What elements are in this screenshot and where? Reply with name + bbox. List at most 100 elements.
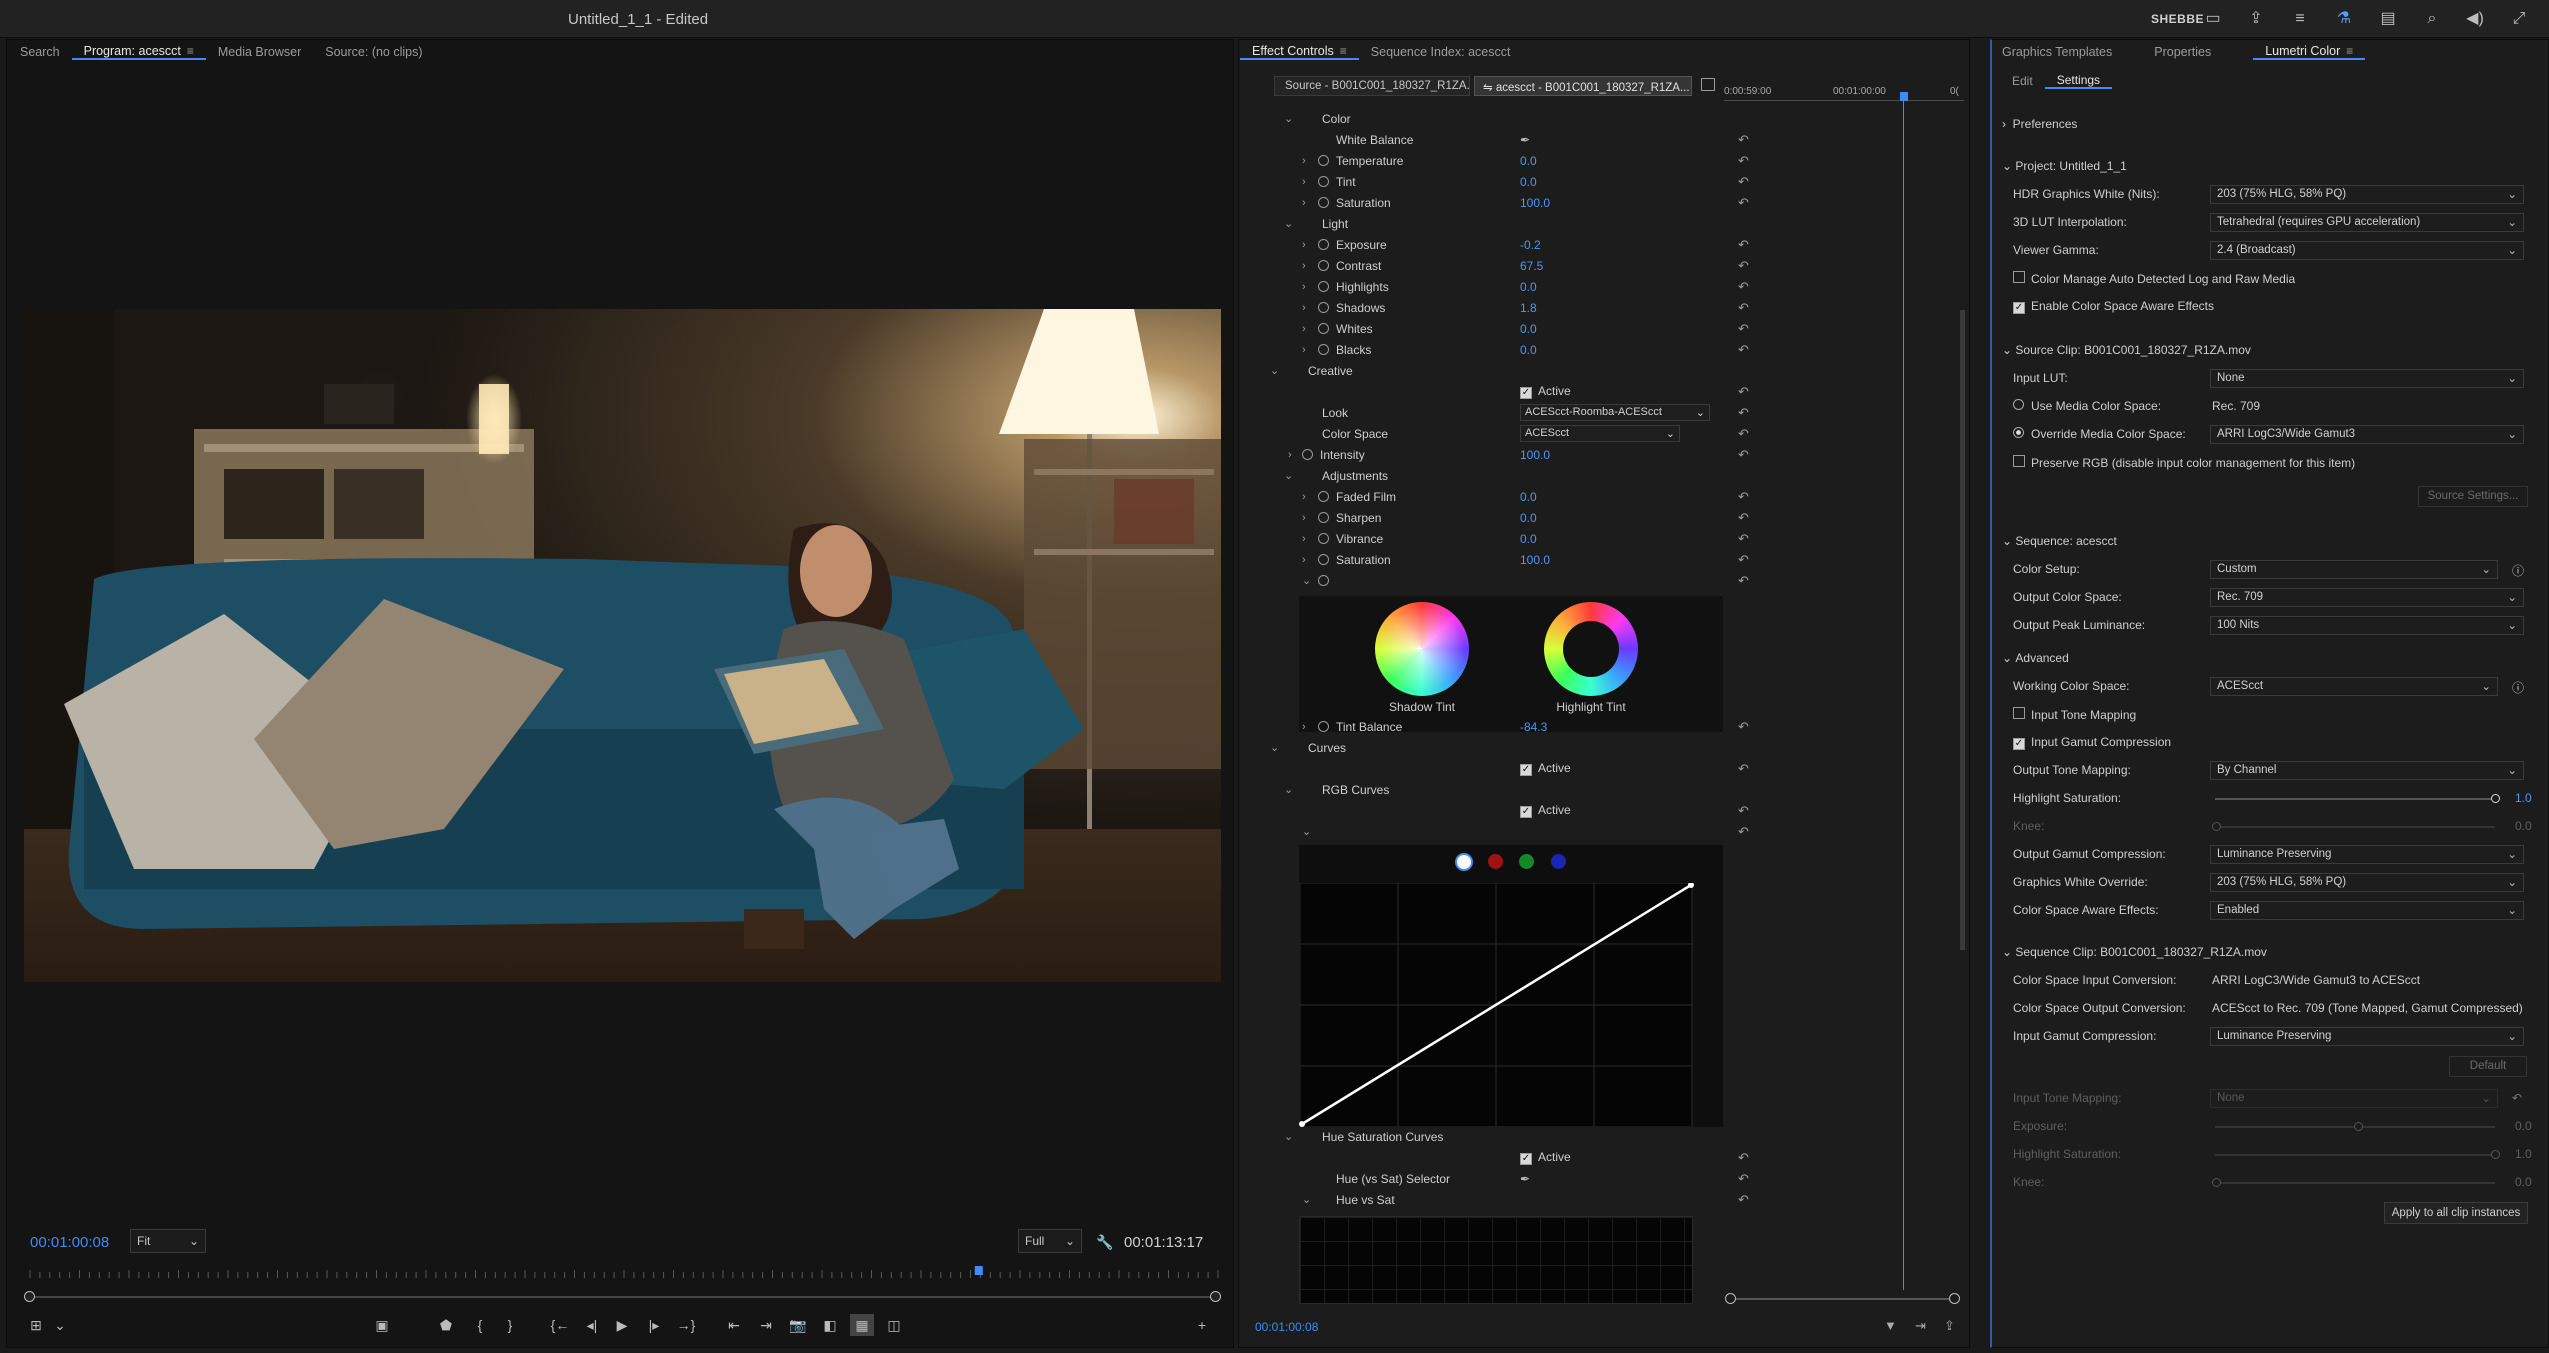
working-cs-select[interactable]: ACEScct ⌄ bbox=[2210, 677, 2498, 696]
input-tone-checkbox[interactable]: Input Tone Mapping bbox=[2013, 707, 2136, 722]
panel-menu-icon[interactable]: ≡ bbox=[2346, 44, 2353, 58]
project-section[interactable]: ⌄ Project: Untitled_1_1 bbox=[2002, 159, 2127, 173]
creative-active-checkbox[interactable]: ✓ Active bbox=[1520, 384, 1571, 399]
tab-edit[interactable]: Edit bbox=[2000, 74, 2045, 88]
reset-icon[interactable]: ↶ bbox=[1738, 1192, 1749, 1208]
volume-icon[interactable]: ◀) bbox=[2465, 9, 2485, 29]
hl-sat2-slider[interactable] bbox=[2215, 1154, 2495, 1156]
knee2-slider[interactable] bbox=[2215, 1182, 2495, 1184]
chevron-right-icon[interactable]: › bbox=[1302, 302, 1306, 314]
wrench-icon[interactable]: 🔧 bbox=[1096, 1234, 1113, 1251]
step-back-icon[interactable]: ◂| bbox=[580, 1314, 604, 1336]
channel-green-button[interactable] bbox=[1519, 854, 1534, 869]
stopwatch-icon[interactable] bbox=[1318, 533, 1329, 544]
input-lut-select[interactable]: None ⌄ bbox=[2210, 369, 2524, 388]
panel-menu-icon[interactable]: ≡ bbox=[187, 44, 194, 58]
highlight-tint-wheel[interactable] bbox=[1544, 602, 1638, 696]
output-tone-select[interactable]: By Channel ⌄ bbox=[2210, 761, 2524, 780]
color-space-select[interactable]: ACEScct ⌄ bbox=[1520, 425, 1680, 442]
reset-icon[interactable]: ↶ bbox=[1738, 1171, 1749, 1187]
toggle-timeline-icon[interactable] bbox=[1701, 78, 1715, 91]
contrast-value[interactable]: 67.5 bbox=[1520, 259, 1543, 273]
peak-lum-select[interactable]: 100 Nits ⌄ bbox=[2210, 616, 2524, 635]
color-setup-select[interactable]: Custom ⌄ bbox=[2210, 560, 2498, 579]
stopwatch-icon[interactable] bbox=[1318, 721, 1329, 732]
default-button[interactable]: Default bbox=[2449, 1056, 2527, 1077]
reset-icon[interactable]: ↶ bbox=[2512, 1091, 2522, 1105]
reset-icon[interactable]: ↶ bbox=[1738, 489, 1749, 505]
sequence-clip-tab[interactable]: ⇋ acescct - B001C001_180327_R1ZA... bbox=[1474, 76, 1692, 96]
chevron-down-icon[interactable]: ⌄ bbox=[1284, 783, 1293, 796]
stopwatch-icon[interactable] bbox=[1302, 449, 1313, 460]
highlights-value[interactable]: 0.0 bbox=[1520, 280, 1537, 294]
add-marker-icon[interactable]: ⬟ bbox=[434, 1314, 458, 1336]
panel-menu-icon[interactable]: ≡ bbox=[1340, 44, 1347, 58]
saturation-value[interactable]: 100.0 bbox=[1520, 196, 1550, 210]
reset-icon[interactable]: ↶ bbox=[1738, 824, 1749, 840]
shadow-tint-wheel[interactable]: + bbox=[1375, 602, 1469, 696]
input-gamut-checkbox[interactable]: ✓ Input Gamut Compression bbox=[2013, 735, 2171, 750]
hsl-active-checkbox[interactable]: ✓ Active bbox=[1520, 1150, 1571, 1165]
stopwatch-icon[interactable] bbox=[1318, 239, 1329, 250]
light-section[interactable]: ⌄ Light bbox=[1274, 213, 1758, 234]
advanced-section[interactable]: ⌄ Advanced bbox=[2002, 651, 2069, 665]
reset-icon[interactable]: ↶ bbox=[1738, 803, 1749, 819]
chevron-right-icon[interactable]: › bbox=[1302, 554, 1306, 566]
program-playhead[interactable] bbox=[974, 1266, 983, 1275]
tab-graphics-templates[interactable]: Graphics Templates bbox=[1990, 45, 2124, 59]
search-icon[interactable]: ⌕ bbox=[2422, 9, 2442, 29]
chevron-right-icon[interactable]: › bbox=[1302, 176, 1306, 188]
tint-balance-value[interactable]: -84.3 bbox=[1520, 720, 1547, 734]
stopwatch-icon[interactable] bbox=[1318, 302, 1329, 313]
resolution-select[interactable]: Full ⌄ bbox=[1018, 1229, 1082, 1253]
reset-icon[interactable]: ↶ bbox=[1738, 195, 1749, 211]
go-to-out-icon[interactable]: →} bbox=[674, 1314, 698, 1336]
info-icon[interactable]: ⓘ bbox=[2512, 679, 2524, 696]
chevron-down-icon[interactable]: ⌄ bbox=[1284, 112, 1293, 125]
chevron-right-icon[interactable]: › bbox=[1302, 197, 1306, 209]
chevron-right-icon[interactable]: › bbox=[1302, 721, 1306, 733]
chevron-right-icon[interactable]: › bbox=[1302, 533, 1306, 545]
source-clip-tab[interactable]: Source - B001C001_180327_R1ZA... bbox=[1274, 76, 1470, 96]
tab-media-browser[interactable]: Media Browser bbox=[206, 45, 313, 59]
stopwatch-icon[interactable] bbox=[1318, 575, 1329, 586]
ec-playhead[interactable] bbox=[1900, 92, 1908, 101]
compare-icon[interactable]: ◧ bbox=[818, 1314, 842, 1336]
preserve-rgb-checkbox[interactable]: Preserve RGB (disable input color manage… bbox=[2013, 455, 2355, 470]
export-frame-icon[interactable]: ▣ bbox=[370, 1314, 394, 1336]
chevron-down-icon[interactable]: ⌄ bbox=[1284, 1130, 1293, 1143]
channel-luma-button[interactable] bbox=[1455, 853, 1473, 871]
ec-zoom-right[interactable] bbox=[1949, 1293, 1960, 1304]
curves-section[interactable]: ⌄ Curves bbox=[1270, 737, 1758, 758]
override-media-radio[interactable]: Override Media Color Space: bbox=[2013, 427, 2186, 441]
reset-icon[interactable]: ↶ bbox=[1738, 342, 1749, 358]
saturation-adj-value[interactable]: 100.0 bbox=[1520, 553, 1550, 567]
stopwatch-icon[interactable] bbox=[1318, 155, 1329, 166]
channel-blue-button[interactable] bbox=[1551, 854, 1566, 869]
exposure-knob[interactable] bbox=[2354, 1122, 2363, 1131]
highlight-sat-knob[interactable] bbox=[2491, 794, 2500, 803]
list-icon[interactable]: ≡ bbox=[2290, 9, 2310, 29]
chevron-down-icon[interactable]: ⌄ bbox=[1284, 469, 1293, 482]
current-timecode[interactable]: 00:01:00:08 bbox=[30, 1234, 109, 1251]
chevron-right-icon[interactable]: › bbox=[1302, 512, 1306, 524]
shadows-value[interactable]: 1.8 bbox=[1520, 301, 1537, 315]
in-tone-map-select[interactable]: None ⌄ bbox=[2210, 1089, 2498, 1108]
stopwatch-icon[interactable] bbox=[1318, 491, 1329, 502]
vibrance-value[interactable]: 0.0 bbox=[1520, 532, 1537, 546]
gfx-white-select[interactable]: 203 (75% HLG, 58% PQ) ⌄ bbox=[2210, 873, 2524, 892]
chevron-right-icon[interactable]: › bbox=[1302, 155, 1306, 167]
overwrite-icon[interactable]: ⇥ bbox=[754, 1314, 778, 1336]
in-gamut-comp-select[interactable]: Luminance Preserving ⌄ bbox=[2210, 1027, 2524, 1046]
export-icon[interactable]: ⇪ bbox=[1944, 1318, 1955, 1334]
reset-icon[interactable]: ↶ bbox=[1738, 384, 1749, 400]
reset-icon[interactable]: ↶ bbox=[1738, 237, 1749, 253]
reset-icon[interactable]: ↶ bbox=[1738, 531, 1749, 547]
color-section[interactable]: ⌄ Color bbox=[1274, 108, 1758, 129]
comment-icon[interactable]: ▤ bbox=[2378, 9, 2398, 29]
curves-active-checkbox[interactable]: ✓ Active bbox=[1520, 761, 1571, 776]
chevron-right-icon[interactable]: › bbox=[1302, 281, 1306, 293]
play-audio-icon[interactable]: ⇥ bbox=[1915, 1318, 1926, 1334]
hdr-white-select[interactable]: 203 (75% HLG, 58% PQ) ⌄ bbox=[2210, 185, 2524, 204]
reset-icon[interactable]: ↶ bbox=[1738, 174, 1749, 190]
